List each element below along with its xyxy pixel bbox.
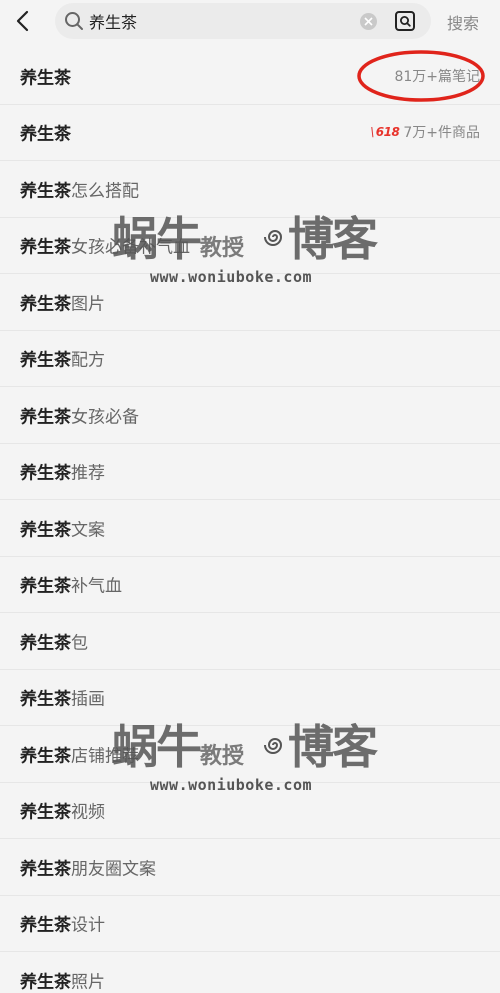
back-button[interactable] <box>10 6 38 36</box>
suggestion-keyword: 养生茶 <box>20 407 71 428</box>
suggestion-suffix: 朋友圈文案 <box>71 859 156 880</box>
suggestion-row[interactable]: 养生茶照片 <box>0 952 500 993</box>
suggestion-row[interactable]: 养生茶视频 <box>0 783 500 839</box>
suggestion-text: 养生茶怎么搭配 <box>20 176 139 201</box>
suggestion-row[interactable]: 养生茶女孩必备补气血 <box>0 218 500 274</box>
search-suggestions-screen: 搜索 养生茶81万+篇笔记养生茶\6187万+件商品养生茶怎么搭配养生茶女孩必备… <box>0 0 500 993</box>
badge-slash-icon: \ <box>370 125 374 140</box>
suggestion-text: 养生茶 <box>20 120 71 145</box>
search-bar[interactable] <box>55 3 431 39</box>
suggestion-text: 养生茶推荐 <box>20 459 105 484</box>
suggestion-keyword: 养生茶 <box>20 181 71 202</box>
suggestion-row[interactable]: 养生茶女孩必备 <box>0 387 500 444</box>
suggestion-suffix: 插画 <box>71 689 105 710</box>
suggestion-text: 养生茶文案 <box>20 515 105 540</box>
suggestion-row[interactable]: 养生茶文案 <box>0 500 500 557</box>
suggestion-text: 养生茶女孩必备补气血 <box>20 233 190 258</box>
suggestion-text: 养生茶图片 <box>20 289 105 314</box>
suggestion-row[interactable]: 养生茶朋友圈文案 <box>0 839 500 896</box>
suggestion-suffix: 文案 <box>71 520 105 541</box>
suggestion-row[interactable]: 养生茶 81万+篇笔记 <box>0 48 500 105</box>
suggestion-keyword: 养生茶 <box>20 294 71 315</box>
suggestion-text: 养生茶包 <box>20 628 88 653</box>
suggestion-keyword: 养生茶 <box>20 576 71 597</box>
suggestion-suffix: 视频 <box>71 802 105 823</box>
suggestion-text: 养生茶配方 <box>20 346 105 371</box>
scan-button[interactable] <box>394 10 416 32</box>
chevron-left-icon <box>16 10 29 32</box>
suggestion-text: 养生茶 <box>20 63 71 88</box>
suggestion-keyword: 养生茶 <box>20 463 71 484</box>
suggestion-row[interactable]: 养生茶设计 <box>0 896 500 952</box>
suggestion-keyword: 养生茶 <box>20 520 71 541</box>
suggestion-suffix: 女孩必备 <box>71 407 139 428</box>
suggestion-keyword: 养生茶 <box>20 689 71 710</box>
suggestion-count: 81万+篇笔记 <box>394 68 480 85</box>
suggestion-keyword: 养生茶 <box>20 633 71 654</box>
suggestion-keyword: 养生茶 <box>20 350 71 371</box>
suggestion-keyword: 养生茶 <box>20 802 71 823</box>
suggestion-suffix: 推荐 <box>71 463 105 484</box>
search-icon <box>65 12 83 30</box>
suggestion-text: 养生茶朋友圈文案 <box>20 854 156 879</box>
suggestion-suffix: 怎么搭配 <box>71 181 139 202</box>
suggestion-keyword: 养生茶 <box>20 746 71 767</box>
badge-text: 618 <box>375 125 400 140</box>
suggestion-row[interactable]: 养生茶包 <box>0 613 500 670</box>
suggestion-suffix: 包 <box>71 633 88 654</box>
suggestion-suffix: 补气血 <box>71 576 122 597</box>
suggestion-text: 养生茶照片 <box>20 967 105 992</box>
search-header: 搜索 <box>0 0 500 44</box>
close-circle-icon <box>364 17 373 26</box>
suggestion-keyword: 养生茶 <box>20 237 71 258</box>
sale-618-badge: \ 618 <box>370 125 400 140</box>
suggestion-keyword: 养生茶 <box>20 915 71 936</box>
suggestion-row[interactable]: 养生茶图片 <box>0 274 500 331</box>
suggestion-suffix: 配方 <box>71 350 105 371</box>
suggestion-suffix: 图片 <box>71 294 105 315</box>
suggestion-row[interactable]: 养生茶补气血 <box>0 557 500 613</box>
suggestion-keyword: 养生茶 <box>20 972 71 993</box>
suggestion-suffix: 店铺推荐 <box>71 746 139 767</box>
suggestion-row[interactable]: 养生茶配方 <box>0 331 500 387</box>
clear-search-button[interactable] <box>360 13 377 30</box>
suggestion-list: 养生茶 81万+篇笔记 养生茶 \ 618 7万+件商品 养生茶怎么搭配 养生茶女孩必备补气血… <box>0 48 500 993</box>
suggestion-text: 养生茶店铺推荐 <box>20 741 139 766</box>
suggestion-text: 养生茶女孩必备 <box>20 402 139 427</box>
suggestion-suffix: 女孩必备补气血 <box>71 237 190 258</box>
suggestion-text: 养生茶插画 <box>20 685 105 710</box>
suggestion-suffix: 设计 <box>71 915 105 936</box>
suggestion-meta: 81万+篇笔记 <box>394 66 480 86</box>
scan-icon <box>395 11 415 31</box>
suggestion-row[interactable]: 养生茶怎么搭配 <box>0 161 500 218</box>
suggestion-suffix: 照片 <box>71 972 105 993</box>
suggestion-text: 养生茶补气血 <box>20 572 122 597</box>
search-input[interactable] <box>89 8 349 34</box>
suggestion-keyword: 养生茶 <box>20 859 71 880</box>
suggestion-keyword: 养生茶 <box>20 124 71 145</box>
suggestion-row[interactable]: 养生茶店铺推荐 <box>0 726 500 783</box>
suggestion-count: 7万+件商品 <box>403 125 480 142</box>
suggestion-row[interactable]: 养生茶 \ 618 7万+件商品 <box>0 105 500 161</box>
search-submit-button[interactable]: 搜索 <box>447 10 479 34</box>
suggestion-text: 养生茶视频 <box>20 798 105 823</box>
suggestion-row[interactable]: 养生茶推荐 <box>0 444 500 500</box>
suggestion-row[interactable]: 养生茶插画 <box>0 670 500 726</box>
suggestion-text: 养生茶设计 <box>20 911 105 936</box>
suggestion-meta: \ 618 7万+件商品 <box>370 122 480 142</box>
suggestion-keyword: 养生茶 <box>20 68 71 89</box>
